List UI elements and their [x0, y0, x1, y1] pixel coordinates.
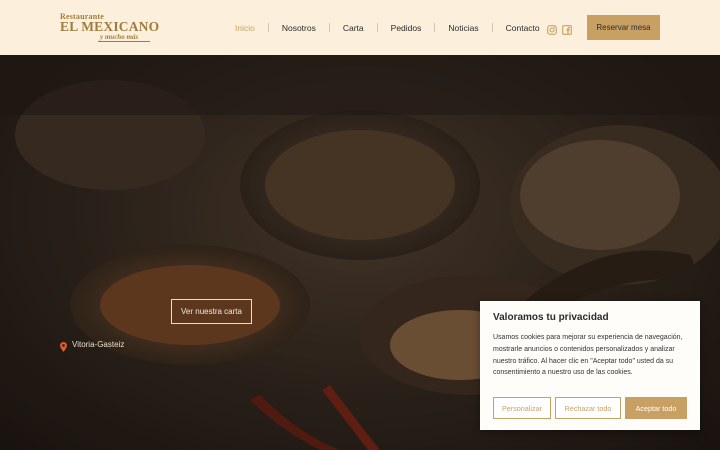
- reject-all-button[interactable]: Rechazar todo: [555, 397, 621, 419]
- facebook-icon[interactable]: [562, 22, 572, 35]
- nav-item-pedidos[interactable]: Pedidos: [378, 23, 435, 33]
- cookie-consent-dialog: Valoramos tu privacidad Usamos cookies p…: [480, 301, 700, 430]
- logo-sub-text: y mucho más: [100, 33, 139, 41]
- nav-item-inicio[interactable]: Inicio: [222, 23, 268, 33]
- instagram-icon[interactable]: [547, 22, 557, 35]
- nav-item-contacto[interactable]: Contacto: [493, 23, 553, 33]
- logo-underline: [98, 41, 150, 42]
- social-links: [547, 22, 572, 35]
- cookie-title: Valoramos tu privacidad: [493, 312, 609, 323]
- nav-item-noticias[interactable]: Noticias: [435, 23, 491, 33]
- cookie-actions: Personalizar Rechazar todo Aceptar todo: [493, 397, 687, 419]
- view-menu-button[interactable]: Ver nuestra carta: [171, 299, 252, 324]
- location-label: Vitoria-Gasteiz: [60, 339, 125, 352]
- reserve-table-button[interactable]: Reservar mesa: [587, 15, 660, 40]
- nav-item-nosotros[interactable]: Nosotros: [269, 23, 329, 33]
- site-header: Restaurante EL MEXICANO y mucho más Inic…: [0, 0, 720, 55]
- restaurant-logo[interactable]: Restaurante EL MEXICANO y mucho más: [60, 12, 159, 44]
- main-nav: Inicio Nosotros Carta Pedidos Noticias C…: [222, 0, 553, 55]
- accept-all-button[interactable]: Aceptar todo: [625, 397, 687, 419]
- map-pin-icon: [60, 339, 67, 352]
- nav-item-carta[interactable]: Carta: [330, 23, 377, 33]
- customize-cookies-button[interactable]: Personalizar: [493, 397, 551, 419]
- cookie-description: Usamos cookies para mejorar su experienc…: [493, 334, 683, 377]
- location-text: Vitoria-Gasteiz: [72, 339, 125, 349]
